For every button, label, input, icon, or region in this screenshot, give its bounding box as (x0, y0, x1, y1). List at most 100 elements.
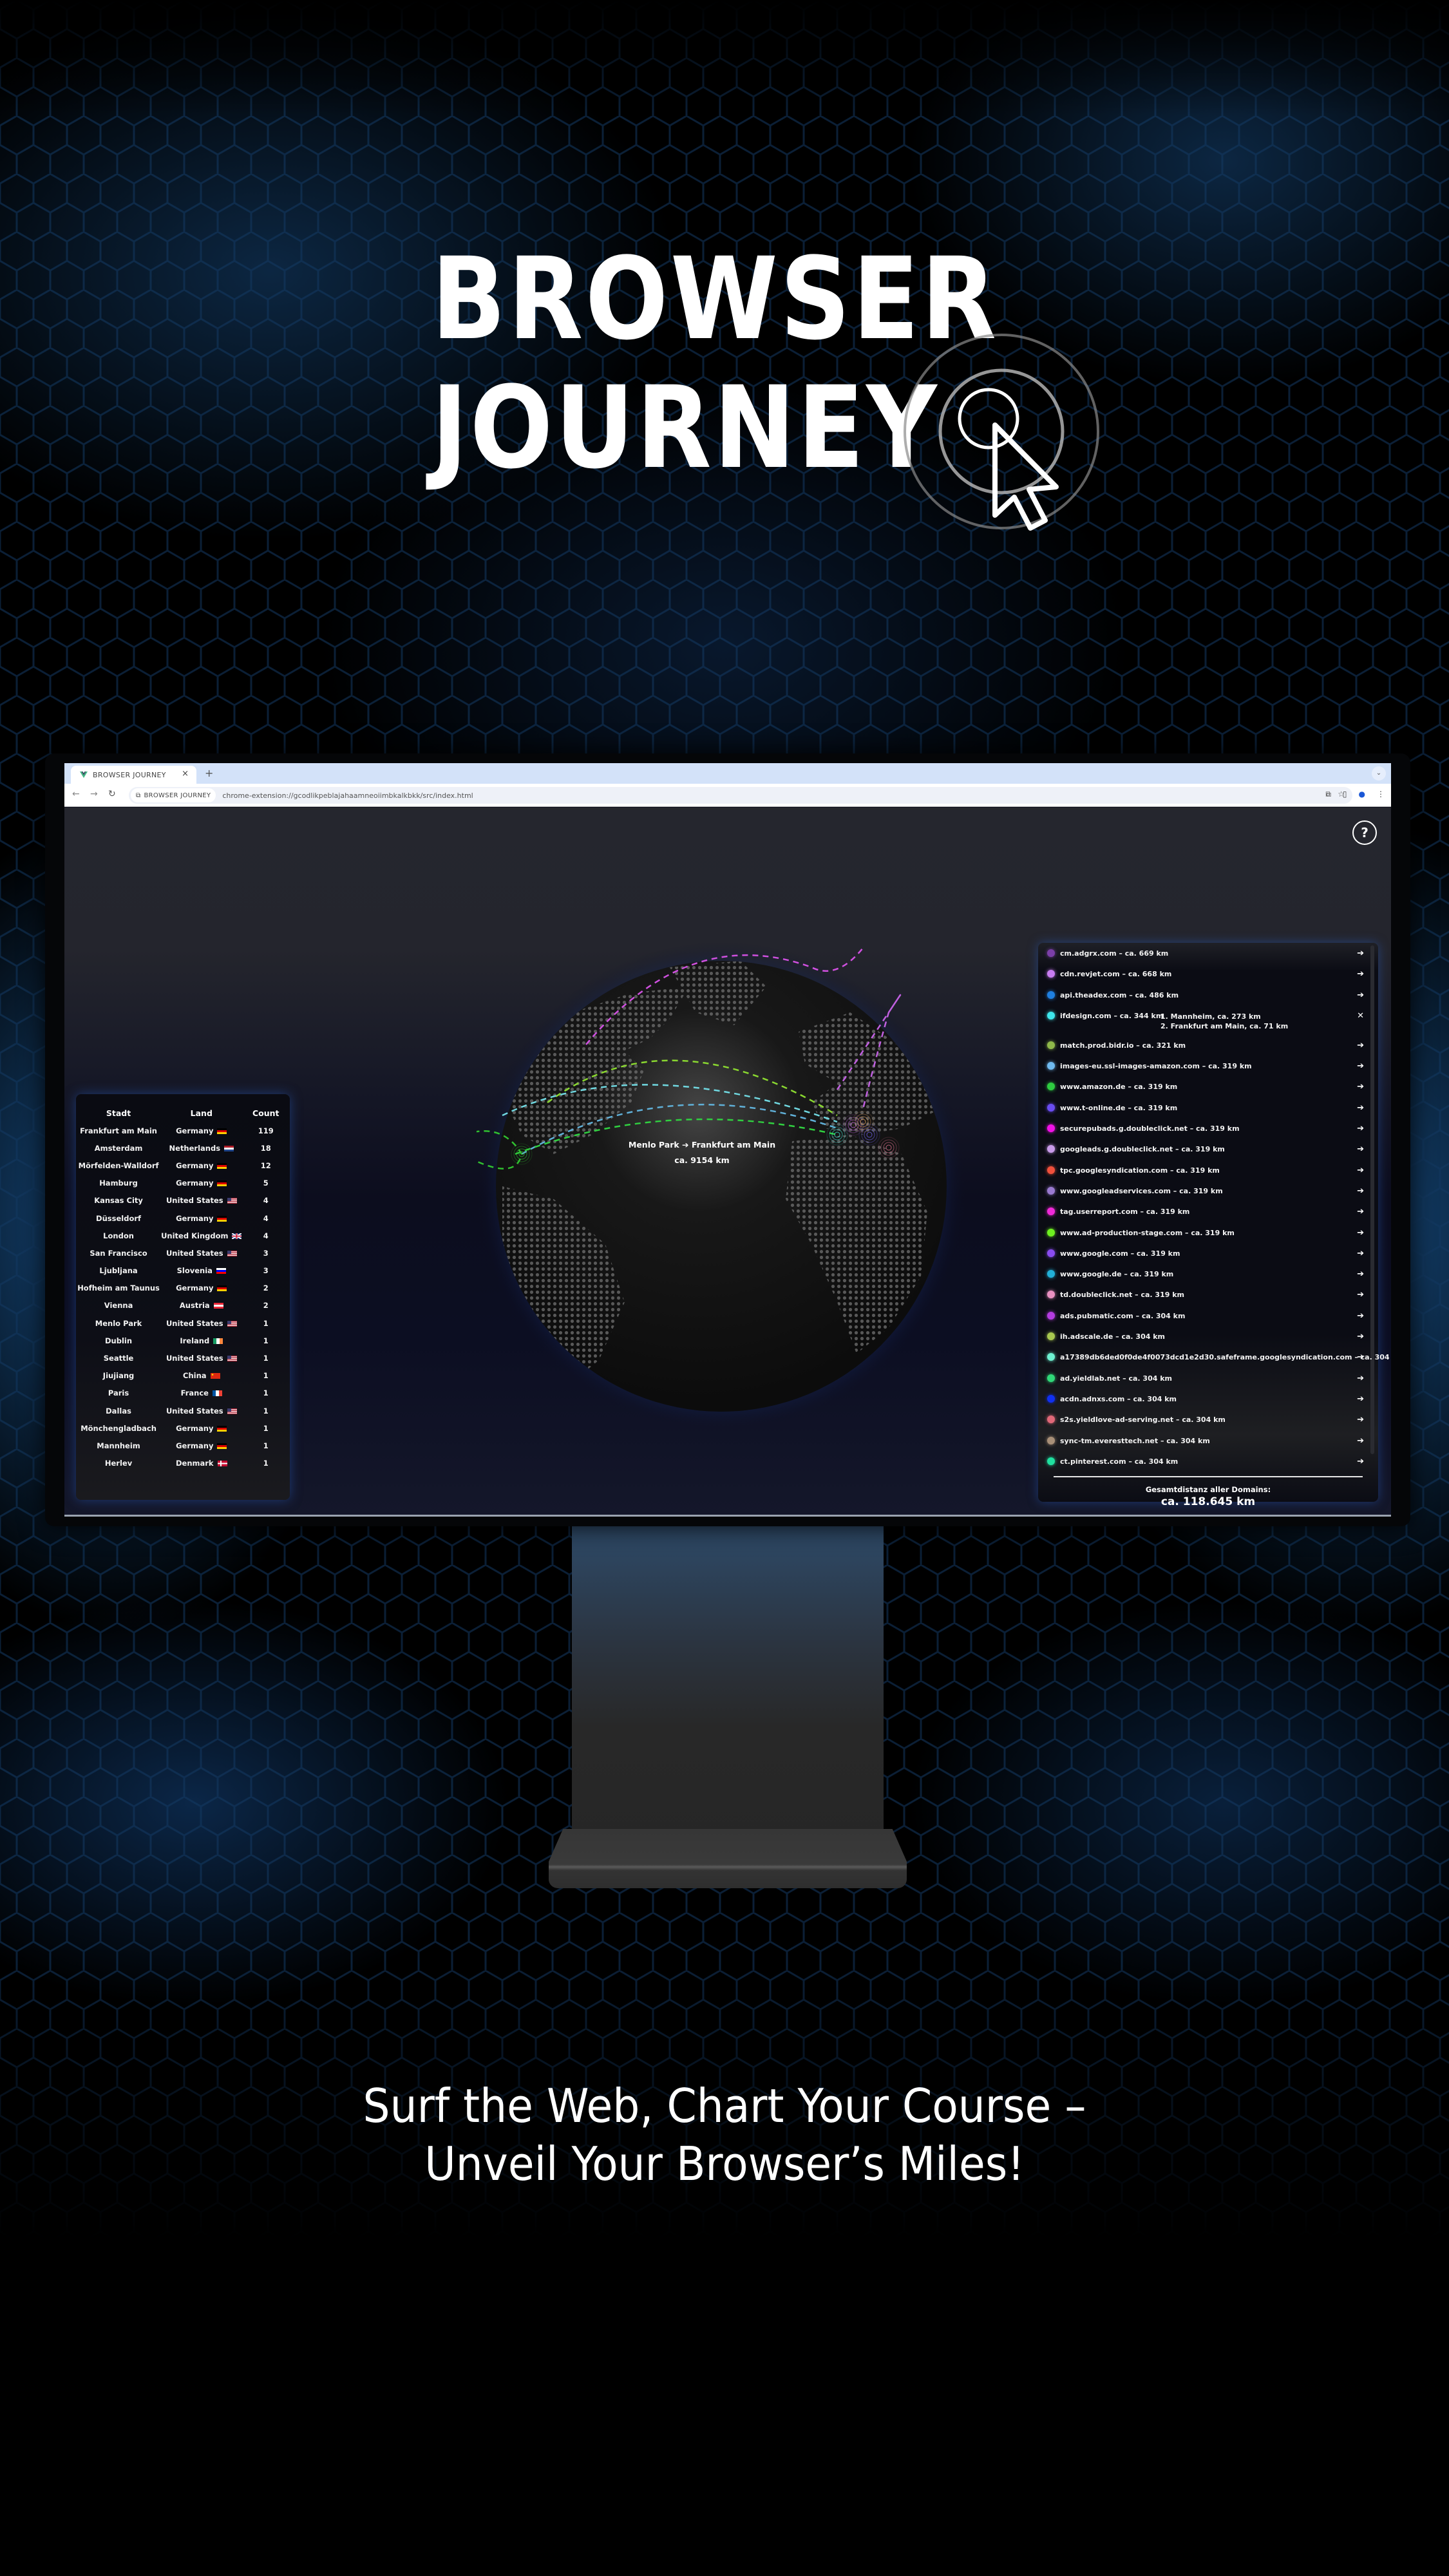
domain-item[interactable]: www.google.de – ca. 319 km ➔ (1047, 1266, 1365, 1287)
site-info-chip[interactable]: ⧉ BROWSER JOURNEY (131, 788, 216, 802)
address-bar[interactable]: ⧉ BROWSER JOURNEY chrome-extension://gco… (129, 787, 1352, 804)
show-route-arrow-icon[interactable]: ➔ (1357, 1290, 1364, 1300)
city-row[interactable]: Hofheim am Taunus Germany 2 (76, 1280, 290, 1297)
domain-item[interactable]: api.theadex.com – ca. 486 km ➔ (1047, 987, 1365, 1008)
tab-search-button[interactable]: ⌄ (1372, 766, 1386, 781)
domain-item[interactable]: s2s.yieldlove-ad-serving.net – ca. 304 k… (1047, 1412, 1365, 1432)
show-route-arrow-icon[interactable]: ➔ (1357, 1166, 1364, 1175)
url-text[interactable]: chrome-extension://gcodlikpeblajahaamneo… (222, 791, 473, 800)
domain-item[interactable]: cdn.revjet.com – ca. 668 km ➔ (1047, 966, 1365, 987)
city-row[interactable]: San Francisco United States 3 (76, 1244, 290, 1262)
city-row[interactable]: Ljubljana Slovenia 3 (76, 1262, 290, 1280)
domain-item[interactable]: match.prod.bidr.io – ca. 321 km ➔ (1047, 1037, 1365, 1058)
show-route-arrow-icon[interactable]: ➔ (1357, 1457, 1364, 1466)
city-row[interactable]: Frankfurt am Main Germany 119 (76, 1122, 290, 1139)
city-row[interactable]: Seattle United States 1 (76, 1349, 290, 1367)
column-header-count[interactable]: Count (242, 1104, 290, 1122)
domain-item[interactable]: www.amazon.de – ca. 319 km ➔ (1047, 1079, 1365, 1099)
tab-close-icon[interactable]: × (182, 769, 189, 779)
domain-item[interactable]: sync-tm.everesttech.net – ca. 304 km ➔ (1047, 1433, 1365, 1454)
city-row[interactable]: Jiujiang China 1 (76, 1367, 290, 1385)
show-route-arrow-icon[interactable]: ➔ (1357, 1249, 1364, 1258)
show-route-arrow-icon[interactable]: ➔ (1357, 949, 1364, 958)
domain-item[interactable]: tpc.googlesyndication.com – ca. 319 km ➔ (1047, 1162, 1365, 1183)
show-route-arrow-icon[interactable]: ➔ (1357, 990, 1364, 1000)
city-row[interactable]: Düsseldorf Germany 4 (76, 1209, 290, 1227)
collapse-close-icon[interactable]: ✕ (1357, 1011, 1364, 1021)
show-route-arrow-icon[interactable]: ➔ (1357, 1394, 1364, 1404)
city-row[interactable]: Mörfelden-Walldorf Germany 12 (76, 1157, 290, 1174)
show-route-arrow-icon[interactable]: ➔ (1357, 1269, 1364, 1279)
city-row[interactable]: Menlo Park United States 1 (76, 1314, 290, 1332)
domain-item[interactable]: images-eu.ssl-images-amazon.com – ca. 31… (1047, 1058, 1365, 1079)
total-distance-label: Gesamtdistanz aller Domains: (1145, 1485, 1271, 1494)
show-route-arrow-icon[interactable]: ➔ (1357, 969, 1364, 979)
city-name: Frankfurt am Main (80, 1126, 157, 1135)
domain-item[interactable]: www.google.com – ca. 319 km ➔ (1047, 1245, 1365, 1266)
domain-item[interactable]: ad.yieldlab.net – ca. 304 km ➔ (1047, 1370, 1365, 1391)
domain-item[interactable]: acdn.adnxs.com – ca. 304 km ➔ (1047, 1391, 1365, 1412)
back-button[interactable]: ← (72, 789, 80, 799)
country-name: Ireland (180, 1336, 210, 1345)
city-row[interactable]: Kansas City United States 4 (76, 1192, 290, 1209)
show-route-arrow-icon[interactable]: ➔ (1357, 1207, 1364, 1217)
domain-item[interactable]: ih.adscale.de – ca. 304 km ➔ (1047, 1329, 1365, 1349)
show-route-arrow-icon[interactable]: ➔ (1357, 1415, 1364, 1425)
domain-item[interactable]: td.doubleclick.net – ca. 319 km ➔ (1047, 1287, 1365, 1307)
domain-item[interactable]: www.ad-production-stage.com – ca. 319 km… (1047, 1225, 1365, 1245)
city-row[interactable]: Herlev Denmark 1 (76, 1455, 290, 1472)
show-route-arrow-icon[interactable]: ➔ (1357, 1186, 1364, 1196)
city-name: Dublin (105, 1336, 133, 1345)
show-route-arrow-icon[interactable]: ➔ (1357, 1144, 1364, 1154)
show-route-arrow-icon[interactable]: ➔ (1357, 1374, 1364, 1383)
domain-item[interactable]: a17389db6ded0f0de4f0073dcd1e2d30.safefra… (1047, 1349, 1391, 1370)
profile-avatar-icon[interactable]: ● (1359, 790, 1365, 799)
show-route-arrow-icon[interactable]: ➔ (1357, 1436, 1364, 1446)
domain-item[interactable]: cm.adgrx.com – ca. 669 km ➔ (1047, 945, 1365, 966)
city-name: Hofheim am Taunus (77, 1283, 160, 1293)
city-name: London (103, 1231, 134, 1240)
domain-item[interactable]: tag.userreport.com – ca. 319 km ➔ (1047, 1204, 1365, 1224)
city-row[interactable]: Vienna Austria 2 (76, 1297, 290, 1314)
show-route-arrow-icon[interactable]: ➔ (1357, 1061, 1364, 1071)
domain-item[interactable]: www.googleadservices.com – ca. 319 km ➔ (1047, 1183, 1365, 1204)
help-button[interactable]: ? (1352, 820, 1377, 845)
extensions-puzzle-icon[interactable]: ⧉ (1325, 790, 1331, 799)
city-row[interactable]: Amsterdam Netherlands 18 (76, 1139, 290, 1157)
show-route-arrow-icon[interactable]: ➔ (1357, 1332, 1364, 1341)
show-route-arrow-icon[interactable]: ➔ (1357, 1228, 1364, 1238)
show-route-arrow-icon[interactable]: ➔ (1357, 1041, 1364, 1050)
menu-kebab-icon[interactable]: ⋮ (1377, 790, 1385, 799)
domain-item[interactable]: ifdesign.com – ca. 344 km 1. Mannheim, ca… (1047, 1008, 1365, 1037)
city-row[interactable]: Paris France 1 (76, 1385, 290, 1402)
domain-list-scrollbar[interactable] (1370, 945, 1374, 1454)
flag-fr-icon (212, 1390, 222, 1397)
reload-button[interactable]: ↻ (108, 789, 116, 799)
city-row[interactable]: Hamburg Germany 5 (76, 1175, 290, 1192)
forward-button[interactable]: → (90, 789, 98, 799)
globe-visualization[interactable] (477, 942, 966, 1431)
browser-toolbar: ← → ↻ ⧉ BROWSER JOURNEY chrome-extension… (64, 784, 1391, 807)
column-header-country[interactable]: Land (161, 1104, 242, 1122)
city-row[interactable]: Mannheim Germany 1 (76, 1437, 290, 1454)
visit-count: 5 (263, 1179, 269, 1188)
city-row[interactable]: Mönchengladbach Germany 1 (76, 1419, 290, 1437)
city-row[interactable]: Dallas United States 1 (76, 1402, 290, 1419)
show-route-arrow-icon[interactable]: ➔ (1357, 1352, 1364, 1362)
browser-tab[interactable]: BROWSER JOURNEY × (71, 766, 196, 784)
domain-item[interactable]: ct.pinterest.com – ca. 304 km ➔ (1047, 1454, 1365, 1474)
side-panel-icon[interactable]: ▯ (1343, 790, 1347, 799)
domain-item[interactable]: securepubads.g.doubleclick.net – ca. 319… (1047, 1121, 1365, 1141)
city-row[interactable]: Dublin Ireland 1 (76, 1332, 290, 1349)
column-header-city[interactable]: Stadt (76, 1104, 161, 1122)
show-route-arrow-icon[interactable]: ➔ (1357, 1124, 1364, 1133)
city-row[interactable]: London United Kingdom 4 (76, 1227, 290, 1244)
show-route-arrow-icon[interactable]: ➔ (1357, 1103, 1364, 1113)
domain-item[interactable]: ads.pubmatic.com – ca. 304 km ➔ (1047, 1308, 1365, 1329)
visit-count: 1 (263, 1354, 269, 1363)
new-tab-button[interactable]: + (205, 767, 213, 779)
domain-item[interactable]: www.t-online.de – ca. 319 km ➔ (1047, 1100, 1365, 1121)
domain-item[interactable]: googleads.g.doubleclick.net – ca. 319 km… (1047, 1141, 1365, 1162)
show-route-arrow-icon[interactable]: ➔ (1357, 1311, 1364, 1321)
show-route-arrow-icon[interactable]: ➔ (1357, 1082, 1364, 1092)
